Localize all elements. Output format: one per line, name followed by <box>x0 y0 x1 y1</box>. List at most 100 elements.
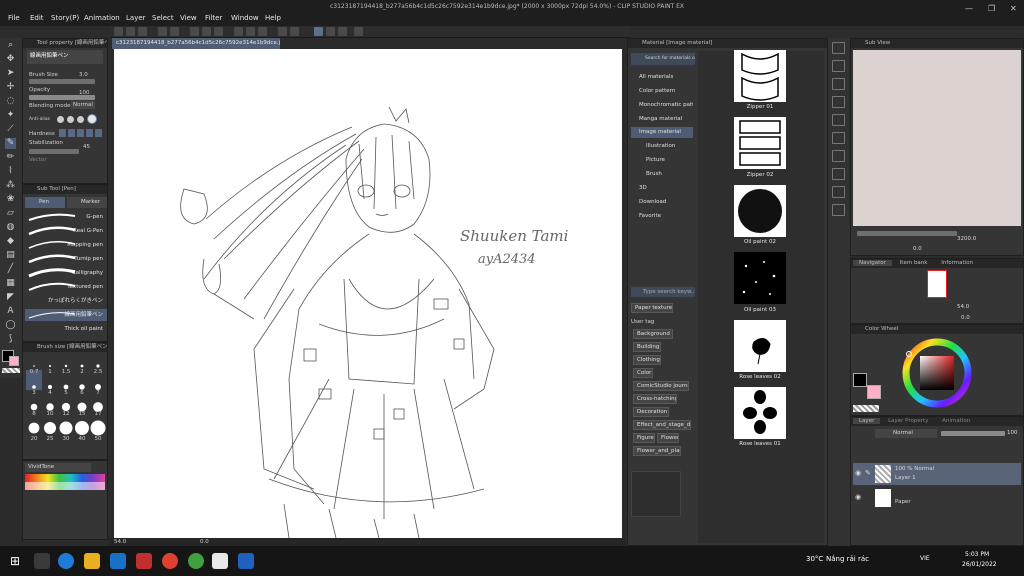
weather-temp[interactable]: 30°C <box>806 555 823 563</box>
panel-toggle-icon[interactable] <box>832 78 845 90</box>
magic-wand-icon[interactable]: ✦ <box>5 110 16 121</box>
zoom-icon[interactable]: ⌕ <box>5 40 16 51</box>
mail-icon[interactable] <box>110 553 126 569</box>
layer-row-layer1[interactable]: ◉ ✎ 100 % Normal Layer 1 <box>853 463 1021 485</box>
panel-toggle-icon[interactable] <box>832 114 845 126</box>
menu-filter[interactable]: Filter <box>205 14 222 22</box>
hardness-selector[interactable] <box>59 129 103 137</box>
maximize-button[interactable]: ❐ <box>988 4 995 13</box>
brush-size-item[interactable]: 1 <box>42 369 58 375</box>
sub-color-swatch[interactable] <box>867 385 881 399</box>
undo-icon[interactable] <box>158 27 167 36</box>
tree-item-selected[interactable]: Image material <box>631 127 693 138</box>
tag-button[interactable]: Color <box>633 368 653 378</box>
correct-line-icon[interactable]: ⟆ <box>5 334 16 345</box>
operation-icon[interactable]: ➤ <box>5 68 16 79</box>
tag-button[interactable]: Effect_and_stage_dir <box>633 420 691 430</box>
eyedropper-icon[interactable]: ⟋ <box>5 124 16 135</box>
tab-navigator[interactable]: Navigator <box>853 260 892 266</box>
figure-icon[interactable]: ╱ <box>5 264 16 275</box>
brush-size-item[interactable]: 2 <box>74 369 90 375</box>
clock-date[interactable]: 26/01/2022 <box>962 561 997 568</box>
brush-size-item[interactable]: 5 <box>58 390 74 396</box>
panel-toggle-icon[interactable] <box>832 60 845 72</box>
color-swatch-grid-light[interactable] <box>25 482 105 490</box>
sub-view-zoom-value[interactable]: 3200.0 <box>957 236 976 242</box>
weather-text[interactable]: Nắng rải rác <box>826 555 869 563</box>
crop-icon[interactable] <box>258 27 267 36</box>
menu-story[interactable]: Story(P) <box>51 14 79 22</box>
balloon-icon[interactable]: ◯ <box>5 320 16 331</box>
material-thumb-rose-leaves-02[interactable] <box>734 320 786 372</box>
new-file-icon[interactable] <box>114 27 123 36</box>
brush-size-item[interactable]: 6 <box>74 390 90 396</box>
menu-window[interactable]: Window <box>231 14 259 22</box>
blend-icon[interactable]: ◍ <box>5 222 16 233</box>
snap-special-icon[interactable] <box>326 27 335 36</box>
document-tab[interactable]: c3123187194418_b277a56b4c1d5c26c7592e314… <box>112 38 280 49</box>
decoration-icon[interactable]: ❀ <box>5 194 16 205</box>
snap-ruler-icon[interactable] <box>278 27 287 36</box>
brush-icon[interactable]: ⌇ <box>5 166 16 177</box>
tag-button[interactable]: Background <box>633 329 673 339</box>
layer-opacity-value[interactable]: 100 <box>1007 430 1018 436</box>
tree-item[interactable]: Manga material <box>631 114 693 125</box>
clip-studio-paint-icon[interactable] <box>238 553 254 569</box>
transparent-color-chip[interactable] <box>2 368 20 373</box>
tag-search-input[interactable]: Type search keyw... <box>631 287 695 297</box>
layer-row-paper[interactable]: ◉ Paper <box>853 487 1021 509</box>
eraser-icon[interactable]: ▱ <box>5 208 16 219</box>
brush-size-item[interactable]: 40 <box>74 436 90 442</box>
deselect-icon[interactable] <box>234 27 243 36</box>
pen-lock-icon[interactable]: ✎ <box>865 469 871 477</box>
brush-size-item[interactable]: 50 <box>90 436 106 442</box>
layer-blend-mode-select[interactable]: Normal <box>875 429 937 438</box>
tab-marker[interactable]: Marker <box>67 197 107 208</box>
brush-size-item[interactable]: 8 <box>26 411 42 417</box>
material-thumb-oil-paint-02[interactable] <box>734 185 786 237</box>
sub-view-zoom-slider[interactable] <box>857 231 957 236</box>
clock-time[interactable]: 5:03 PM <box>965 551 989 558</box>
panel-toggle-icon[interactable] <box>832 42 845 54</box>
tab-layer-property[interactable]: Layer Property <box>882 418 934 424</box>
tab-pen[interactable]: Pen <box>25 197 65 208</box>
panel-toggle-icon[interactable] <box>832 150 845 162</box>
open-file-icon[interactable] <box>126 27 135 36</box>
pen-icon[interactable]: ✎ <box>5 138 16 149</box>
sub-color-chip[interactable] <box>9 356 19 366</box>
gradient-icon[interactable]: ▤ <box>5 250 16 261</box>
menu-layer[interactable]: Layer <box>126 14 146 22</box>
material-thumb-zipper-02[interactable] <box>734 117 786 169</box>
transparent-swatch[interactable] <box>853 405 879 412</box>
brush-size-item-selected[interactable]: 3 <box>26 390 42 396</box>
tree-item[interactable]: 3D <box>631 183 693 194</box>
tree-item[interactable]: Download <box>631 197 693 208</box>
paper-texture-tag[interactable]: Paper texture <box>631 303 673 313</box>
tree-item[interactable]: Illustration <box>638 141 700 152</box>
panel-toggle-icon[interactable] <box>832 132 845 144</box>
brush-size-item[interactable]: 20 <box>26 436 42 442</box>
fill-bucket-icon[interactable]: ◆ <box>5 236 16 247</box>
close-button[interactable]: ✕ <box>1010 4 1017 13</box>
stabilization-slider[interactable] <box>29 149 79 154</box>
brush-size-item[interactable]: 30 <box>58 436 74 442</box>
tree-item[interactable]: All materials <box>631 72 693 83</box>
main-color-swatch[interactable] <box>853 373 867 387</box>
chrome-icon[interactable] <box>162 553 178 569</box>
canvas-paper[interactable]: Shuuken Tami ayA2434 <box>114 49 622 539</box>
material-thumb-rose-leaves-01[interactable] <box>734 387 786 439</box>
opacity-slider[interactable] <box>29 95 95 100</box>
material-thumb-zipper-01[interactable] <box>734 50 786 102</box>
stabilization-value[interactable]: 45 <box>83 144 90 150</box>
brush-size-item[interactable]: 15 <box>74 411 90 417</box>
layer-opacity-slider[interactable] <box>941 431 1005 436</box>
windows-start-icon[interactable]: ⊞ <box>10 554 20 568</box>
clear-icon[interactable] <box>190 27 199 36</box>
tree-item[interactable]: Brush <box>638 169 700 180</box>
brush-size-value[interactable]: 3.0 <box>79 72 88 78</box>
tab-animation[interactable]: Animation <box>936 418 976 424</box>
panel-toggle-icon[interactable] <box>832 204 845 216</box>
tag-button[interactable]: Decoration <box>633 407 669 417</box>
menu-view[interactable]: View <box>180 14 197 22</box>
transform-icon[interactable] <box>214 27 223 36</box>
